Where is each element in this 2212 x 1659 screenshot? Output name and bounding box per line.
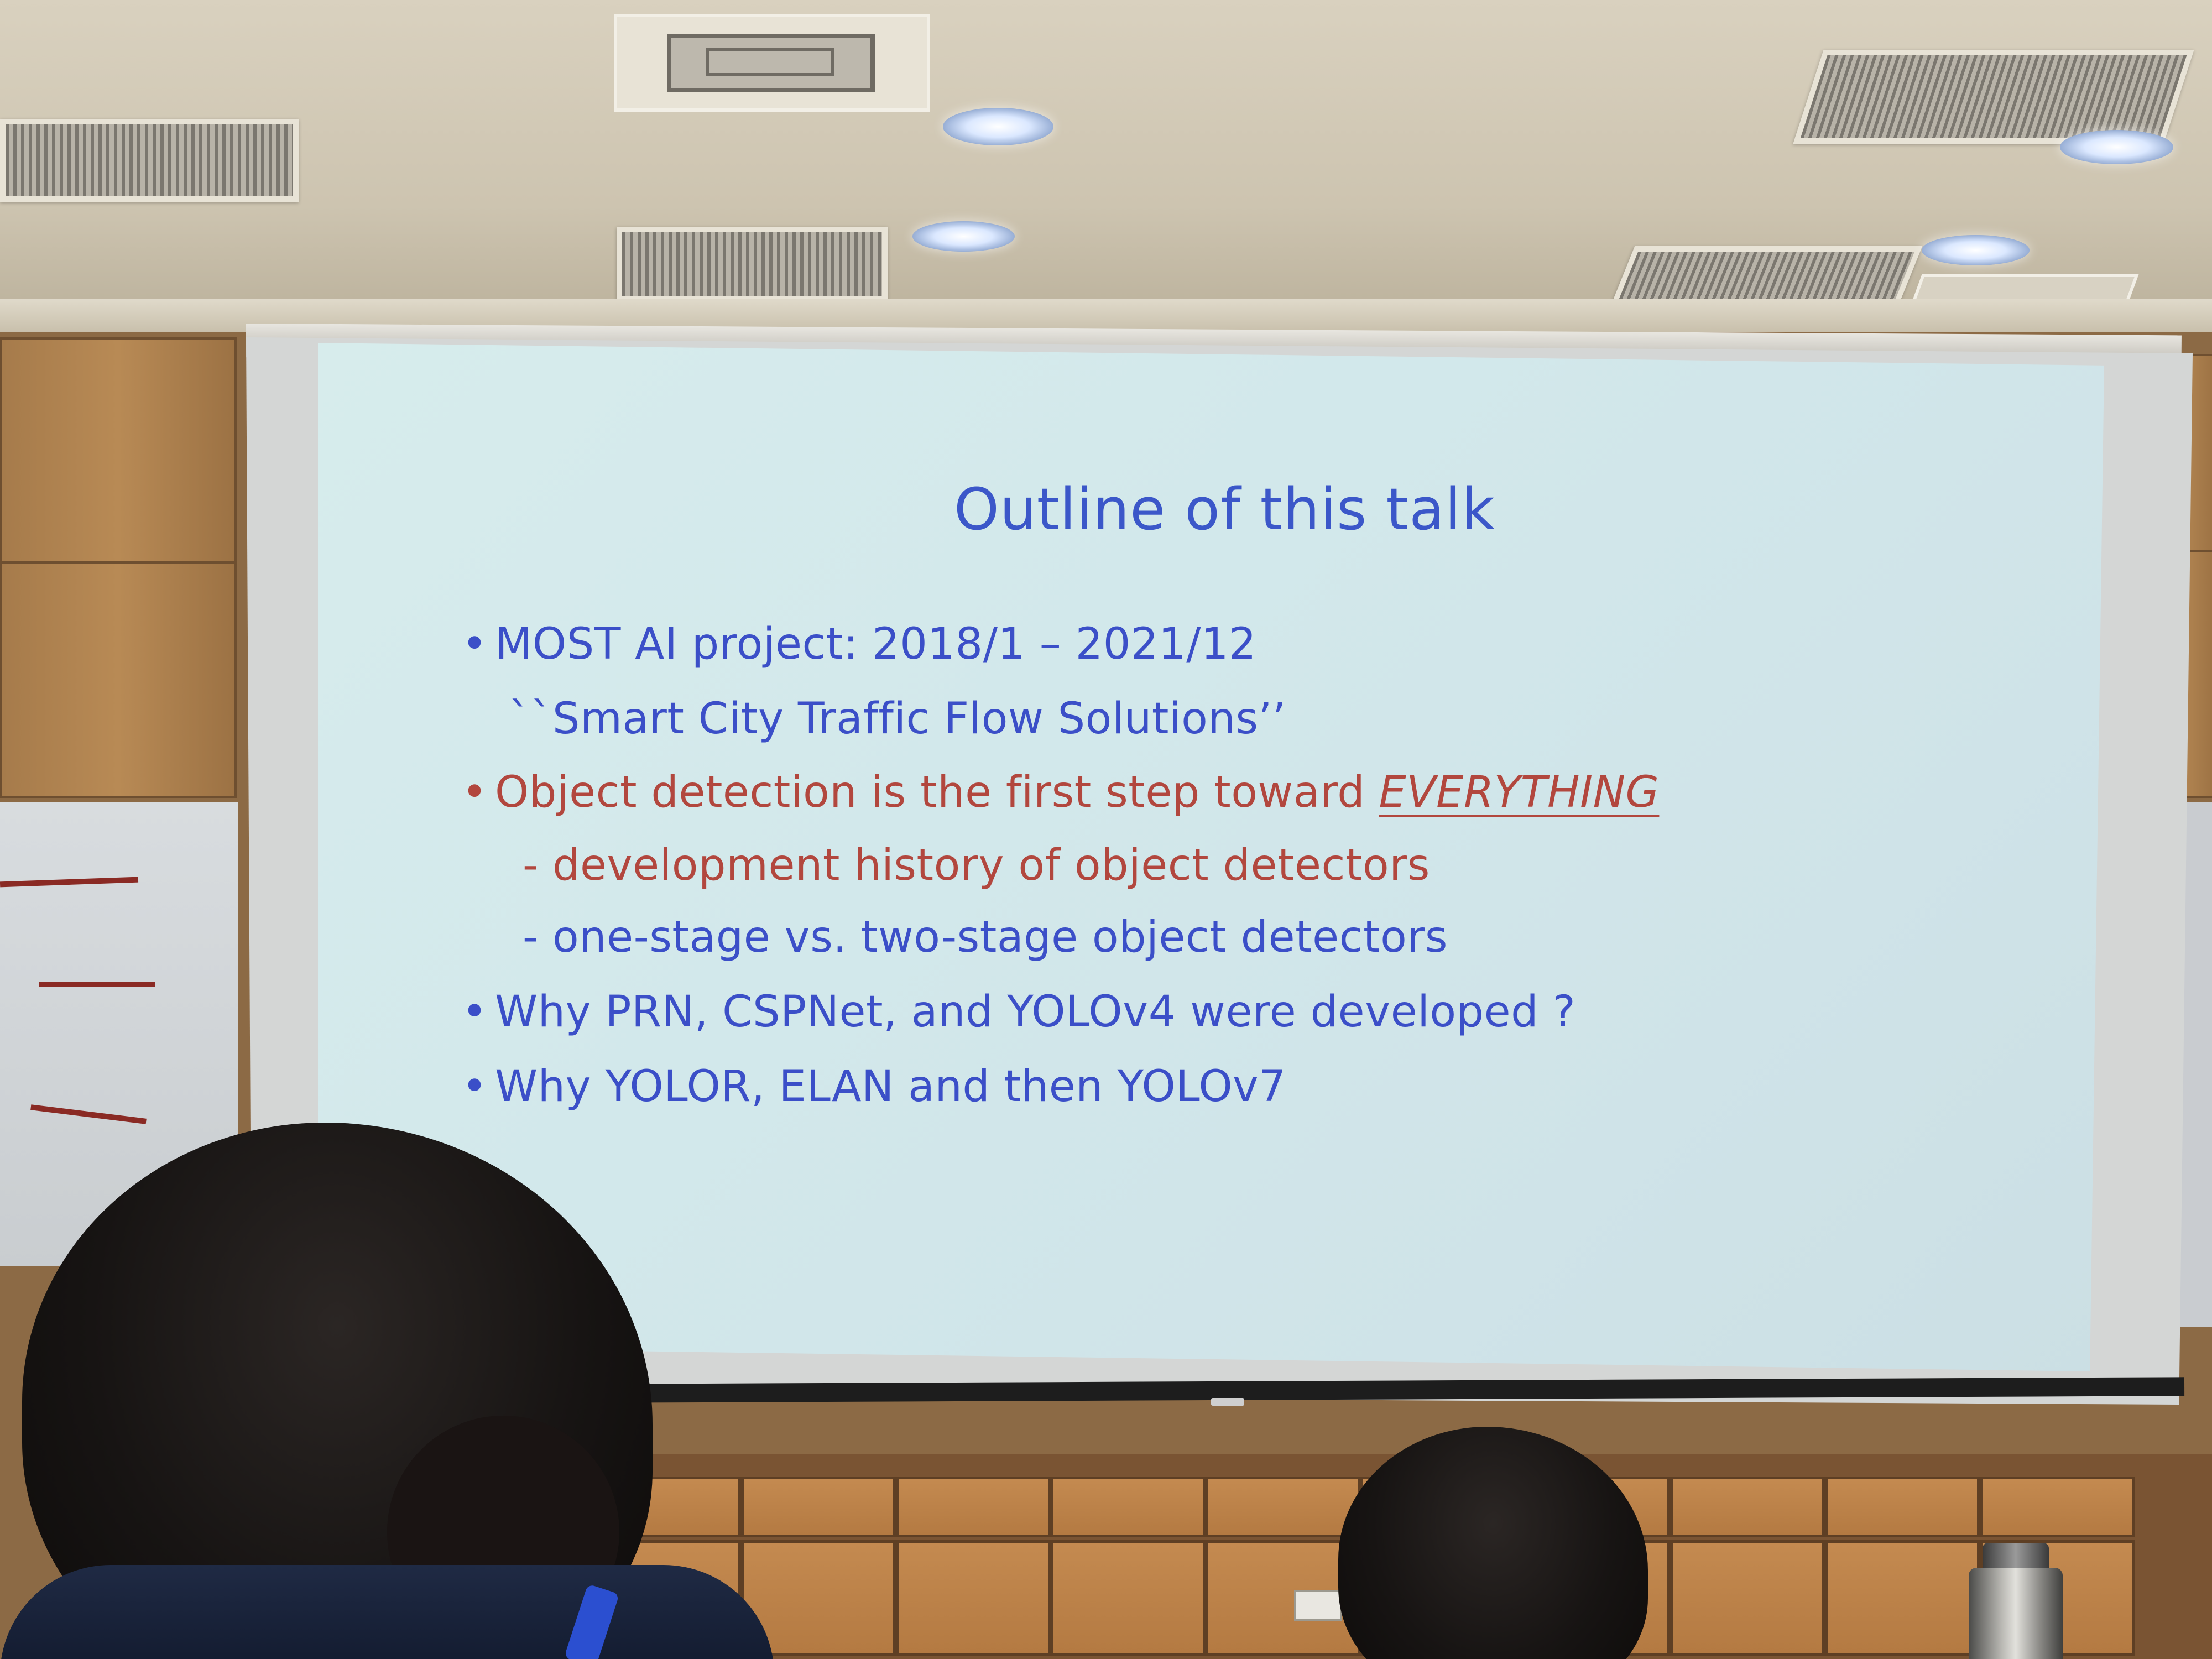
bullet-subitem-text: - one-stage vs. two-stage object detecto… [523, 912, 1448, 962]
air-diffuser [614, 14, 930, 112]
bullet-text: Why YOLOR, ELAN and then YOLOv7 [495, 1062, 1287, 1112]
bullet-icon: • [462, 1062, 488, 1112]
ceiling-downlight [912, 221, 1015, 252]
bullet-subline: ``Smart City Traffic Flow Solutions’’ [509, 694, 1286, 744]
ceiling-downlight [943, 108, 1053, 145]
presentation-slide: Outline of this talk • MOST AI project: 2… [318, 343, 2104, 1371]
audience-shoulder [0, 1565, 774, 1659]
ceiling-downlight [1922, 235, 2030, 265]
screen-brand-logo [1211, 1398, 1244, 1406]
bullet-subitem-text: - development history of object detector… [523, 841, 1430, 890]
bullet-icon: • [462, 987, 488, 1037]
bullet-text: MOST AI project: 2018/1 – 2021/12 [495, 619, 1257, 669]
slide-title: Outline of this talk [954, 476, 1496, 543]
bullet-text: Object detection is the first step towar… [495, 768, 1379, 817]
bullet-item: • Why YOLOR, ELAN and then YOLOv7 [462, 1062, 1286, 1112]
ceiling-vent [0, 119, 299, 202]
bullet-icon: • [462, 619, 488, 669]
wood-wall-panel [0, 337, 237, 563]
ceiling-vent [1793, 50, 2194, 144]
lecture-room-scene: Outline of this talk • MOST AI project: 2… [0, 0, 2212, 1659]
bullet-icon: • [462, 768, 488, 817]
bullet-subline-text: ``Smart City Traffic Flow Solutions’’ [509, 694, 1287, 744]
bullet-item: • MOST AI project: 2018/1 – 2021/12 [462, 619, 1256, 669]
ceiling-vent [617, 227, 888, 301]
bullet-item: • Why PRN, CSPNet, and YOLOv4 were develo… [462, 987, 1575, 1037]
bullet-subitem: - one-stage vs. two-stage object detecto… [523, 912, 1448, 962]
bullet-subitem: - development history of object detector… [523, 841, 1430, 890]
wood-wall-panel [0, 561, 237, 798]
ceiling-downlight [2060, 130, 2173, 164]
power-outlet [1294, 1590, 1342, 1621]
bullet-text: Why PRN, CSPNet, and YOLOv4 were develop… [495, 987, 1576, 1037]
water-bottle [1969, 1543, 2063, 1659]
bullet-emphasis: EVERYTHING [1379, 768, 1660, 817]
bullet-item: • Object detection is the first step towa… [462, 768, 1659, 817]
